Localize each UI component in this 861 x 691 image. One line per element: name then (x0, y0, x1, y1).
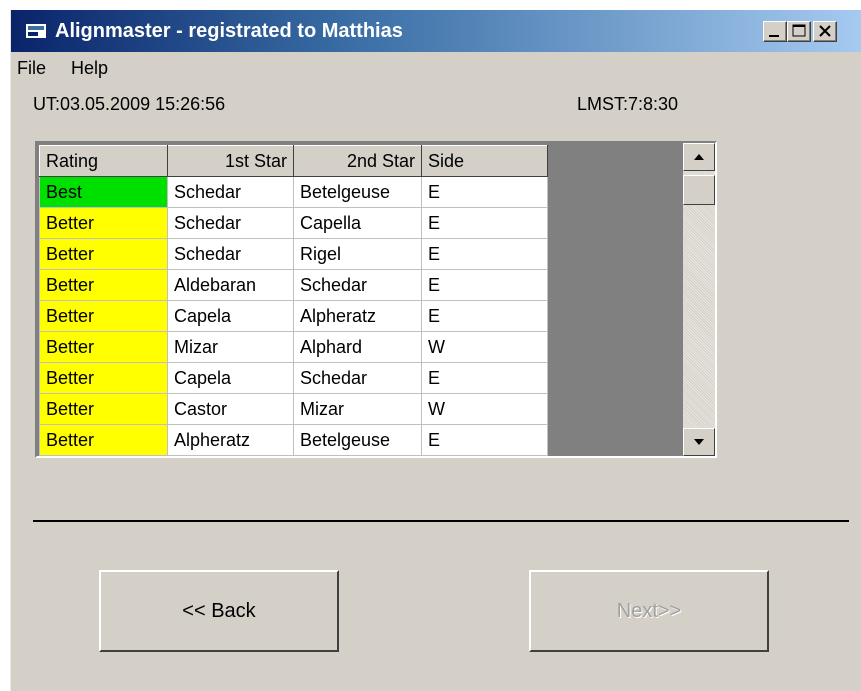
column-header-2nd-star[interactable]: 2nd Star (293, 145, 422, 177)
first-star-cell[interactable]: Capela (167, 362, 294, 394)
side-cell[interactable]: E (421, 207, 548, 239)
maximize-icon (792, 24, 806, 37)
star-pairs-grid[interactable]: Rating 1st Star 2nd Star Side Best Scheda… (35, 141, 717, 458)
first-star-cell[interactable]: Castor (167, 393, 294, 425)
back-button[interactable]: << Back (99, 570, 339, 652)
minimize-button[interactable] (763, 21, 787, 42)
window-title: Alignmaster - registrated to Matthias (55, 20, 403, 42)
side-cell[interactable]: E (421, 362, 548, 394)
second-star-cell[interactable]: Schedar (293, 362, 422, 394)
rating-cell[interactable]: Better (39, 362, 168, 394)
table-body: Best Schedar Betelgeuse E Better Schedar Capel… (39, 176, 548, 456)
side-cell[interactable]: E (421, 300, 548, 332)
side-cell[interactable]: E (421, 238, 548, 270)
app-icon (26, 24, 46, 38)
first-star-cell[interactable]: Aldebaran (167, 269, 294, 301)
second-star-cell[interactable]: Betelgeuse (293, 176, 422, 208)
table-row[interactable]: Better Mizar Alphard W (39, 331, 548, 363)
side-cell[interactable]: E (421, 424, 548, 456)
first-star-cell[interactable]: Mizar (167, 331, 294, 363)
table-row[interactable]: Better Aldebaran Schedar E (39, 269, 548, 301)
vertical-scrollbar[interactable] (683, 143, 715, 456)
first-star-cell[interactable]: Schedar (167, 238, 294, 270)
second-star-cell[interactable]: Rigel (293, 238, 422, 270)
second-star-cell[interactable]: Schedar (293, 269, 422, 301)
table-row[interactable]: Better Castor Mizar W (39, 393, 548, 425)
ut-time: UT:03.05.2009 15:26:56 (33, 94, 226, 114)
rating-cell[interactable]: Better (39, 207, 168, 239)
next-button[interactable]: Next>> (529, 570, 769, 652)
rating-cell[interactable]: Better (39, 238, 168, 270)
first-star-cell[interactable]: Schedar (167, 207, 294, 239)
second-star-cell[interactable]: Alpheratz (293, 300, 422, 332)
lmst-time: LMST:7:8:30 (577, 94, 679, 114)
rating-cell[interactable]: Better (39, 393, 168, 425)
menu-help[interactable]: Help (71, 58, 108, 79)
side-cell[interactable]: E (421, 176, 548, 208)
second-star-cell[interactable]: Alphard (293, 331, 422, 363)
side-cell[interactable]: E (421, 269, 548, 301)
title-bar[interactable]: Alignmaster - registrated to Matthias (11, 10, 861, 52)
table-row[interactable]: Better Capela Schedar E (39, 362, 548, 394)
close-icon (819, 25, 831, 37)
column-header-side[interactable]: Side (421, 145, 548, 177)
arrow-up-icon (694, 154, 704, 160)
second-star-cell[interactable]: Mizar (293, 393, 422, 425)
table-row[interactable]: Best Schedar Betelgeuse E (39, 176, 548, 208)
star-pairs-table: Rating 1st Star 2nd Star Side Best Scheda… (39, 145, 548, 456)
table-row[interactable]: Better Schedar Rigel E (39, 238, 548, 270)
first-star-cell[interactable]: Alpheratz (167, 424, 294, 456)
column-header-1st-star[interactable]: 1st Star (167, 145, 294, 177)
minimize-icon (769, 35, 779, 37)
close-button[interactable] (813, 21, 837, 42)
table-row[interactable]: Better Schedar Capella E (39, 207, 548, 239)
table-row[interactable]: Better Alpheratz Betelgeuse E (39, 424, 548, 456)
scroll-down-button[interactable] (683, 428, 715, 456)
table-row[interactable]: Better Capela Alpheratz E (39, 300, 548, 332)
rating-cell[interactable]: Better (39, 300, 168, 332)
separator-line (33, 520, 849, 522)
side-cell[interactable]: W (421, 393, 548, 425)
rating-cell[interactable]: Better (39, 424, 168, 456)
header-row: Rating 1st Star 2nd Star Side (39, 145, 548, 177)
side-cell[interactable]: W (421, 331, 548, 363)
maximize-button[interactable] (787, 21, 811, 42)
rating-cell[interactable]: Best (39, 176, 168, 208)
menu-file[interactable]: File (17, 58, 46, 79)
app-window: Alignmaster - registrated to Matthias Fi… (10, 10, 861, 691)
second-star-cell[interactable]: Capella (293, 207, 422, 239)
first-star-cell[interactable]: Schedar (167, 176, 294, 208)
first-star-cell[interactable]: Capela (167, 300, 294, 332)
scroll-thumb[interactable] (683, 175, 715, 205)
rating-cell[interactable]: Better (39, 269, 168, 301)
second-star-cell[interactable]: Betelgeuse (293, 424, 422, 456)
arrow-down-icon (694, 439, 704, 445)
rating-cell[interactable]: Better (39, 331, 168, 363)
scroll-up-button[interactable] (683, 143, 715, 171)
column-header-rating[interactable]: Rating (39, 145, 168, 177)
